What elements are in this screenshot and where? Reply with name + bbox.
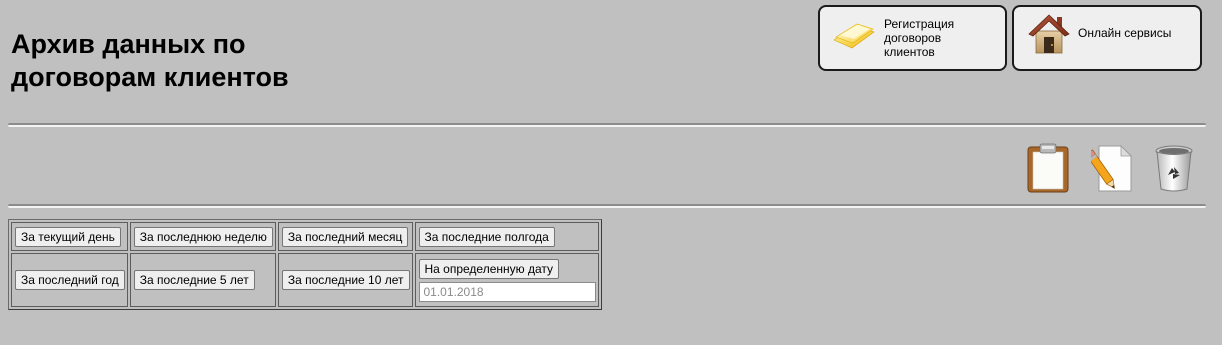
period-cell: За последний год: [11, 253, 128, 307]
last-month-button[interactable]: За последний месяц: [281, 226, 409, 247]
period-cell: За текущий день: [11, 222, 128, 251]
date-input[interactable]: [418, 281, 596, 302]
online-services-button[interactable]: Онлайн сервисы: [1012, 5, 1202, 71]
period-row: За последний год За последние 5 лет За п…: [11, 253, 599, 307]
clipboard-icon[interactable]: [1027, 143, 1069, 198]
register-contracts-label: Регистрация договоров клиентов: [884, 17, 955, 59]
today-button[interactable]: За текущий день: [15, 226, 121, 247]
period-cell: За последние 10 лет: [277, 253, 413, 307]
pencil-document-icon[interactable]: [1085, 143, 1133, 198]
period-cell: За последние полгода: [414, 222, 599, 251]
last-year-button[interactable]: За последний год: [15, 270, 125, 290]
period-row: За текущий день За последнюю неделю За п…: [11, 222, 599, 251]
last-half-year-button[interactable]: За последние полгода: [418, 226, 555, 247]
specific-date-button[interactable]: На определенную дату: [418, 258, 560, 279]
period-cell: За последние 5 лет: [129, 253, 276, 307]
last-10-years-button[interactable]: За последние 10 лет: [281, 270, 410, 290]
register-contracts-button[interactable]: Регистрация договоров клиентов: [818, 5, 1007, 71]
contract-papers-icon: [832, 20, 876, 57]
recycle-bin-icon[interactable]: [1154, 143, 1194, 198]
app-root: Архив данных по договорам клиентов Регис…: [0, 0, 1222, 345]
last-week-button[interactable]: За последнюю неделю: [133, 226, 273, 247]
specific-date-cell: На определенную дату: [414, 253, 599, 307]
page-title-line-1: Архив данных по: [11, 29, 246, 59]
page-title: Архив данных по договорам клиентов: [11, 28, 411, 94]
period-cell: За последний месяц: [277, 222, 413, 251]
header-divider: [8, 123, 1206, 127]
period-cell: За последнюю неделю: [129, 222, 276, 251]
page-title-line-2: договорам клиентов: [11, 62, 289, 92]
home-icon: [1028, 11, 1070, 60]
period-filter-table: За текущий день За последнюю неделю За п…: [8, 219, 602, 310]
toolbar-divider: [8, 204, 1206, 208]
online-services-label: Онлайн сервисы: [1078, 26, 1172, 40]
last-5-years-button[interactable]: За последние 5 лет: [133, 270, 255, 290]
